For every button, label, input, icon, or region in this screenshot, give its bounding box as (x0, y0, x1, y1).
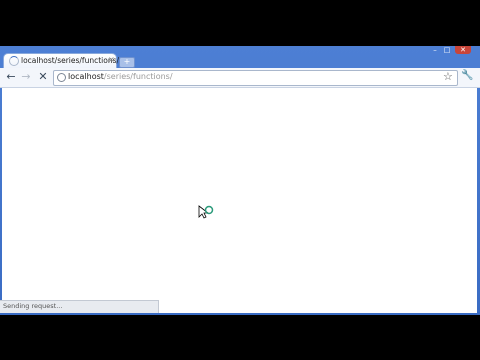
back-button[interactable]: ← (4, 70, 18, 84)
tab-title: localhost/series/functions/ (21, 56, 120, 65)
globe-icon (57, 73, 66, 82)
busy-cursor-icon (198, 205, 214, 219)
bookmark-star-icon[interactable]: ☆ (443, 70, 453, 83)
stop-button[interactable]: ✕ (36, 70, 50, 84)
url-host: localhost (68, 72, 104, 81)
url-path: /series/functions/ (103, 72, 173, 81)
page-content (2, 88, 477, 313)
forward-button[interactable]: → (19, 70, 33, 84)
loading-spinner-icon (9, 56, 19, 66)
status-text: Sending request... (3, 302, 63, 310)
wrench-menu-icon[interactable]: 🔧 (461, 70, 473, 81)
minimize-button[interactable]: – (430, 46, 440, 54)
browser-tab[interactable]: localhost/series/functions/ × (3, 53, 120, 69)
close-window-button[interactable]: ✕ (455, 46, 471, 54)
tab-close-icon[interactable]: × (108, 55, 115, 64)
address-bar[interactable]: localhost/series/functions/ (53, 70, 458, 86)
maximize-button[interactable]: □ (442, 46, 452, 54)
status-bar: Sending request... (0, 300, 159, 313)
new-tab-button[interactable]: + (119, 57, 135, 68)
url-text: localhost/series/functions/ (68, 72, 173, 81)
